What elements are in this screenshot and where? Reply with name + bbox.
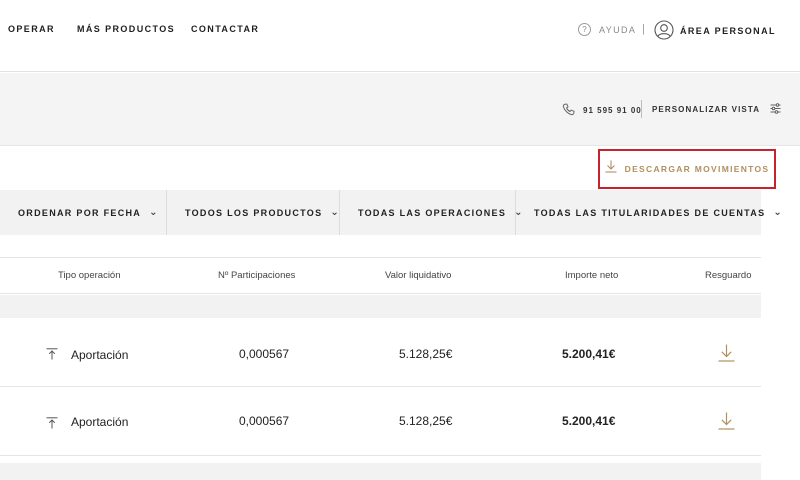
top-navigation: OPERAR MÁS PRODUCTOS CONTACTAR ? AYUDA |…	[0, 0, 800, 72]
filter-order-by-date[interactable]: ORDENAR POR FECHA ⌄	[0, 190, 167, 235]
operation-type: Aportación	[71, 348, 129, 362]
help-link[interactable]: ? AYUDA	[578, 23, 636, 36]
download-icon	[605, 160, 617, 178]
settings-sliders-icon	[770, 103, 781, 116]
header-nav-value: Valor liquidativo	[385, 270, 452, 281]
download-icon	[718, 344, 735, 362]
nav-link-contactar[interactable]: CONTACTAR	[191, 24, 259, 34]
nav-separator: |	[642, 23, 645, 35]
filter-all-products[interactable]: TODOS LOS PRODUCTOS ⌄	[167, 190, 340, 235]
table-row: Aportación 0,000567 5.128,25€ 5.200,41€	[0, 319, 761, 387]
header-net-amount: Importe neto	[565, 270, 619, 281]
download-receipt-button[interactable]	[718, 344, 735, 367]
toolbar-divider	[641, 100, 642, 118]
download-receipt-button[interactable]	[718, 412, 735, 435]
table-footer-strip	[0, 463, 761, 480]
filter-label: TODAS LAS TITULARIDADES DE CUENTAS	[534, 207, 766, 218]
nav-link-mas-productos[interactable]: MÁS PRODUCTOS	[77, 24, 175, 34]
help-label: AYUDA	[599, 24, 637, 35]
filter-bar: ORDENAR POR FECHA ⌄ TODOS LOS PRODUCTOS …	[0, 190, 782, 235]
help-icon: ?	[578, 23, 591, 36]
download-icon	[718, 412, 735, 430]
header-operation-type: Tipo operación	[58, 270, 121, 281]
download-movements-button[interactable]: DESCARGAR MOVIMIENTOS	[598, 149, 776, 189]
customize-view-button[interactable]: PERSONALIZAR VISTA	[652, 103, 781, 116]
user-icon	[654, 20, 674, 42]
nav-value: 5.128,25€	[399, 347, 453, 361]
nav-value: 5.128,25€	[399, 414, 453, 428]
table-row: Aportación 0,000567 5.128,25€ 5.200,41€	[0, 388, 761, 456]
phone-icon	[562, 103, 575, 118]
header-units: Nº Participaciones	[218, 270, 296, 281]
upload-icon	[46, 347, 58, 365]
filter-label: ORDENAR POR FECHA	[18, 207, 142, 218]
table-spacer	[0, 295, 761, 318]
personal-area-link[interactable]: ÁREA PERSONAL	[654, 20, 776, 42]
filter-label: TODOS LOS PRODUCTOS	[185, 207, 323, 218]
operation-type: Aportación	[71, 415, 129, 429]
customize-view-label: PERSONALIZAR VISTA	[652, 105, 761, 114]
chevron-down-icon: ⌄	[149, 207, 159, 218]
upload-icon	[46, 416, 58, 434]
filter-label: TODAS LAS OPERACIONES	[358, 207, 507, 218]
personal-area-label: ÁREA PERSONAL	[680, 26, 776, 36]
units-value: 0,000567	[239, 347, 290, 361]
phone-contact[interactable]: 91 595 91 00	[562, 103, 642, 118]
phone-number: 91 595 91 00	[583, 106, 642, 115]
chevron-down-icon: ⌄	[773, 207, 784, 218]
net-amount: 5.200,41€	[562, 414, 616, 428]
units-value: 0,000567	[239, 414, 290, 428]
nav-link-operar[interactable]: OPERAR	[8, 24, 55, 34]
header-receipt: Resguardo	[705, 270, 752, 281]
chevron-down-icon: ⌄	[330, 207, 341, 218]
net-amount: 5.200,41€	[562, 347, 616, 361]
table-header: Tipo operación Nº Participaciones Valor …	[0, 257, 761, 294]
filter-all-operations[interactable]: TODAS LAS OPERACIONES ⌄	[340, 190, 523, 235]
filter-all-ownerships[interactable]: TODAS LAS TITULARIDADES DE CUENTAS ⌄	[516, 190, 782, 235]
download-movements-label: DESCARGAR MOVIMIENTOS	[624, 164, 770, 174]
